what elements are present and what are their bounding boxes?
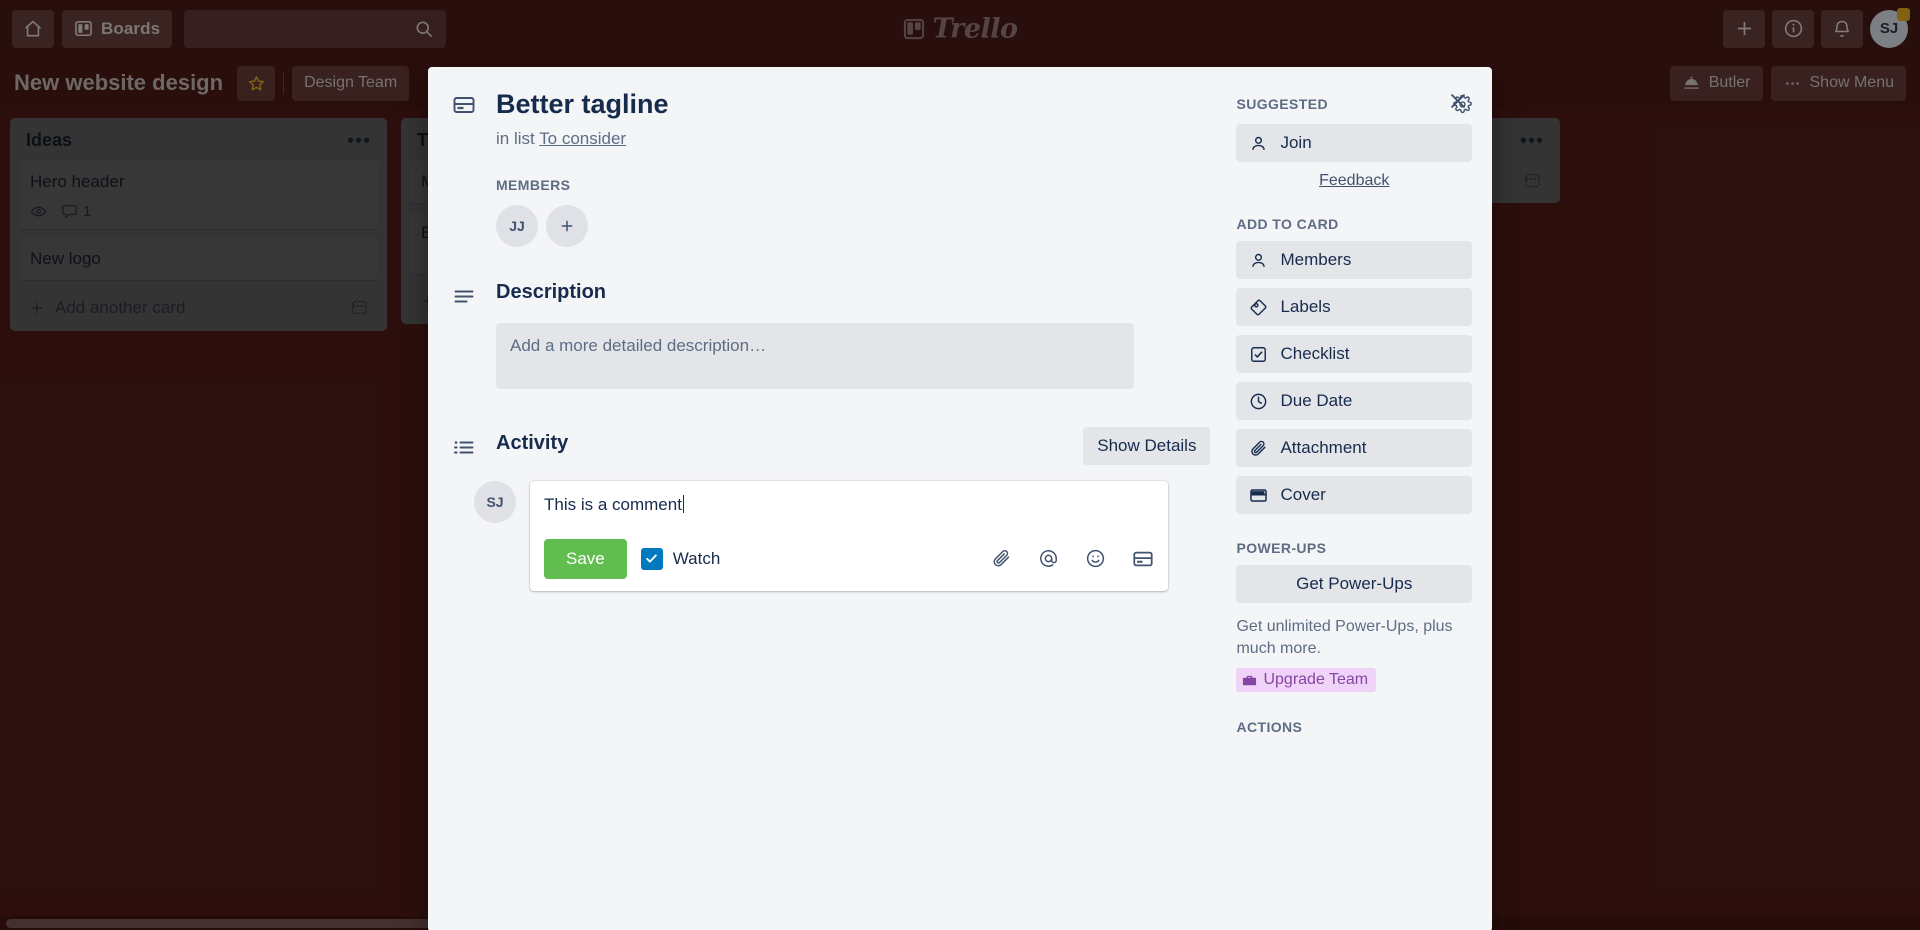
comment-avatar-initials: SJ xyxy=(486,494,504,511)
add-to-card-label: ADD TO CARD xyxy=(1236,216,1339,232)
card-icon xyxy=(452,89,496,149)
card-template-icon[interactable] xyxy=(1132,548,1154,570)
suggested-label: SUGGESTED xyxy=(1236,96,1328,112)
sidebar-item-labels[interactable]: Labels xyxy=(1236,288,1472,326)
description-label: Description xyxy=(496,281,607,304)
person-icon xyxy=(1249,251,1268,270)
actions-group: ACTIONS xyxy=(1236,719,1472,735)
member-avatar[interactable]: JJ xyxy=(496,205,538,248)
person-icon xyxy=(1249,134,1268,153)
description-header-row: Description xyxy=(452,281,1210,309)
sidebar-item-label: Attachment xyxy=(1280,438,1367,457)
check-icon xyxy=(644,551,659,566)
watch-toggle[interactable]: Watch xyxy=(640,547,721,570)
suggested-header: SUGGESTED xyxy=(1236,93,1472,115)
sidebar-item-due-date[interactable]: Due Date xyxy=(1236,382,1472,420)
comment-box: This is a comment Save Watch xyxy=(530,481,1168,591)
members-section: MEMBERS JJ xyxy=(496,177,1210,248)
description-input[interactable]: Add a more detailed description… xyxy=(496,323,1134,390)
watch-label: Watch xyxy=(672,548,721,568)
close-icon xyxy=(1447,90,1469,112)
clock-icon xyxy=(1249,392,1268,411)
feedback-link[interactable]: Feedback xyxy=(1236,172,1472,190)
save-button[interactable]: Save xyxy=(544,538,627,579)
description-section: Description Add a more detailed descript… xyxy=(452,281,1210,390)
sidebar-item-cover[interactable]: Cover xyxy=(1236,476,1472,514)
member-avatars: JJ xyxy=(496,205,1210,248)
modal-sidebar: SUGGESTED Join Feedback ADD TO CARD Memb… xyxy=(1236,89,1472,735)
suggested-group: SUGGESTED Join Feedback xyxy=(1236,93,1472,190)
cover-icon xyxy=(1249,486,1268,505)
card-title-row: Better tagline in list To consider xyxy=(452,89,1210,149)
paperclip-icon xyxy=(1249,439,1268,458)
comment-tool-icons xyxy=(991,548,1154,570)
card-list-breadcrumb: in list To consider xyxy=(496,129,669,149)
page-title[interactable]: Better tagline xyxy=(496,89,669,120)
sidebar-item-label: Cover xyxy=(1280,485,1326,504)
card-title-block: Better tagline in list To consider xyxy=(496,89,669,149)
activity-title-group: Activity xyxy=(452,432,568,460)
members-label: MEMBERS xyxy=(496,177,571,194)
briefcase-icon xyxy=(1242,673,1257,688)
power-ups-group: POWER-UPS Get Power-Ups Get unlimited Po… xyxy=(1236,540,1472,693)
sidebar-item-attachment[interactable]: Attachment xyxy=(1236,429,1472,467)
comment-value: This is a comment xyxy=(544,495,682,515)
card-detail-modal: Better tagline in list To consider MEMBE… xyxy=(428,67,1492,930)
activity-section: Activity Show Details SJ This is a comme… xyxy=(452,427,1211,591)
at-mention-icon[interactable] xyxy=(1038,548,1059,569)
modal-content: Better tagline in list To consider MEMBE… xyxy=(428,67,1492,735)
sidebar-item-label: Members xyxy=(1280,250,1352,269)
comment-input[interactable]: This is a comment xyxy=(544,493,1154,517)
text-caret xyxy=(682,495,684,514)
watch-checkbox[interactable] xyxy=(640,547,663,570)
description-lines-icon xyxy=(452,281,496,309)
add-to-card-group: ADD TO CARD Members Labels Checklist Due… xyxy=(1236,216,1472,514)
label-tag-icon xyxy=(1249,298,1268,317)
sidebar-item-label: Due Date xyxy=(1280,391,1353,410)
join-label: Join xyxy=(1280,133,1312,152)
sidebar-item-label: Checklist xyxy=(1280,344,1350,363)
power-ups-description: Get unlimited Power-Ups, plus much more. xyxy=(1236,618,1453,657)
paperclip-icon[interactable] xyxy=(991,548,1012,569)
avatar: SJ xyxy=(474,481,516,524)
in-list-label: in list xyxy=(496,129,540,149)
add-member-button[interactable] xyxy=(546,205,588,248)
emoji-smiley-icon[interactable] xyxy=(1085,548,1106,569)
checklist-icon xyxy=(1249,345,1268,364)
sidebar-item-label: Labels xyxy=(1280,297,1331,316)
modal-main-column: Better tagline in list To consider MEMBE… xyxy=(452,89,1211,735)
join-button[interactable]: Join xyxy=(1236,124,1472,162)
get-power-ups-button[interactable]: Get Power-Ups xyxy=(1236,565,1472,603)
list-link[interactable]: To consider xyxy=(539,129,626,148)
comment-actions: Save Watch xyxy=(544,538,1154,579)
member-initials: JJ xyxy=(509,218,525,235)
plus-icon xyxy=(558,217,576,235)
feedback-label: Feedback xyxy=(1319,172,1390,189)
trello-app: Boards Trello SJ New website design Desi… xyxy=(0,0,1920,930)
sidebar-item-checklist[interactable]: Checklist xyxy=(1236,335,1472,373)
description-input-wrap: Add a more detailed description… xyxy=(496,323,1210,390)
activity-header-row: Activity Show Details xyxy=(452,427,1211,466)
upgrade-team-badge[interactable]: Upgrade Team xyxy=(1236,668,1377,693)
activity-label: Activity xyxy=(496,432,569,455)
comment-composer-row: SJ This is a comment Save Watch xyxy=(474,481,1210,591)
activity-list-icon xyxy=(452,432,496,460)
upgrade-label: Upgrade Team xyxy=(1263,671,1369,689)
show-details-button[interactable]: Show Details xyxy=(1083,427,1211,466)
actions-label: ACTIONS xyxy=(1236,718,1303,735)
power-ups-label: POWER-UPS xyxy=(1236,540,1327,556)
sidebar-item-members[interactable]: Members xyxy=(1236,241,1472,279)
close-button[interactable] xyxy=(1440,83,1476,119)
